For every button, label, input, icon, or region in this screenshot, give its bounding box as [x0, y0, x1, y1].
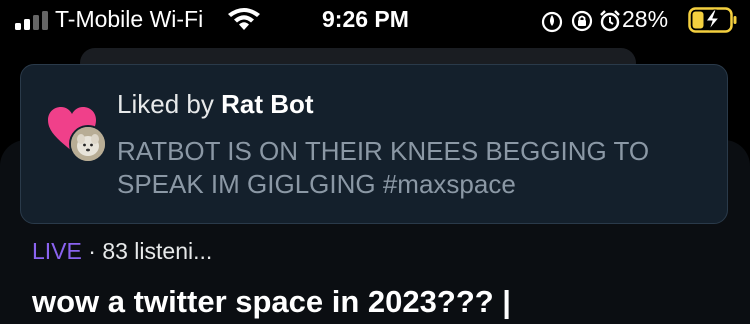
tweet-text: RATBOT IS ON THEIR KNEES BEGGING TO SPEA…	[117, 136, 650, 199]
orientation-lock-icon	[571, 10, 593, 32]
liked-by-line: Liked by Rat Bot	[117, 89, 314, 120]
liked-by-prefix: Liked by	[117, 89, 214, 119]
wifi-icon	[228, 8, 260, 30]
like-notification[interactable]: Liked by Rat Bot RATBOT IS ON THEIR KNEE…	[20, 64, 728, 224]
focus-icon	[541, 11, 563, 33]
listener-count: 83 listeni...	[102, 238, 213, 264]
separator-dot: ·	[88, 238, 96, 264]
clock: 9:26 PM	[322, 6, 409, 32]
live-badge: LIVE	[32, 238, 82, 264]
status-bar: T-Mobile Wi-Fi 9:26 PM 28%	[0, 0, 750, 40]
phone-screen: T-Mobile Wi-Fi 9:26 PM 28% Liked by Rat …	[0, 0, 750, 324]
space-title: wow a twitter space in 2023??? |	[32, 284, 511, 319]
live-status-row: LIVE · 83 listeni...	[32, 238, 212, 265]
carrier-label: T-Mobile Wi-Fi	[55, 6, 204, 32]
signal-icon	[15, 11, 48, 30]
alarm-icon	[600, 10, 620, 32]
battery-charging-icon	[688, 7, 737, 33]
battery-percent: 28%	[622, 6, 669, 32]
avatar	[69, 125, 107, 163]
liked-by-user[interactable]: Rat Bot	[221, 89, 313, 119]
